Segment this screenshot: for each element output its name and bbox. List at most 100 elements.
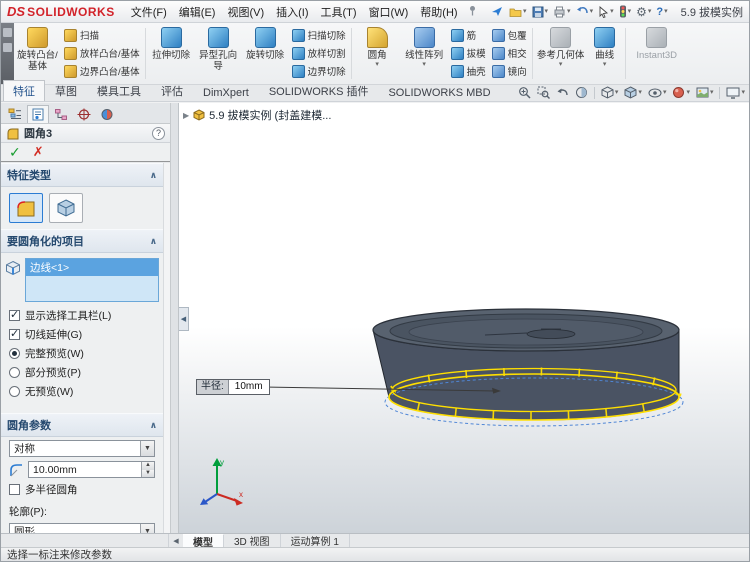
- previous-view-icon[interactable]: [556, 87, 569, 98]
- tab-evaluate[interactable]: 评估: [151, 80, 193, 101]
- undo-icon[interactable]: ▾: [576, 6, 593, 17]
- radius-callout[interactable]: 半径: 10mm: [196, 379, 270, 395]
- tangent-propagation-row[interactable]: 切线延伸(G): [1, 325, 163, 344]
- view-orientation-icon[interactable]: ▾: [601, 86, 618, 99]
- dropdown-arrow-icon[interactable]: ▼: [140, 524, 154, 533]
- instant3d-button[interactable]: Instant3D: [628, 23, 686, 84]
- rib-button[interactable]: 筋: [450, 28, 486, 42]
- tab-configuration-manager[interactable]: [50, 105, 72, 123]
- display-style-icon[interactable]: ▾: [624, 86, 642, 99]
- tab-feature-manager[interactable]: [4, 105, 26, 123]
- shell-button[interactable]: 抽壳: [450, 64, 486, 78]
- dropdown-arrow-icon[interactable]: ▼: [140, 441, 154, 456]
- help-icon[interactable]: ? ▾: [656, 6, 667, 18]
- checkbox-icon[interactable]: [9, 484, 20, 495]
- tab-solidworks-addins[interactable]: SOLIDWORKS 插件: [259, 80, 379, 101]
- section-feature-type[interactable]: 特征类型 ∧: [1, 163, 163, 187]
- spinner-control[interactable]: ▲ ▼: [141, 462, 154, 477]
- checkbox-checked-icon[interactable]: [9, 308, 20, 321]
- connect-icon[interactable]: [491, 5, 504, 18]
- radius-input[interactable]: 10.00mm ▲ ▼: [28, 461, 155, 478]
- tab-motion-study[interactable]: 运动算例 1: [281, 534, 350, 548]
- lofted-boss-button[interactable]: 放样凸台/基体: [64, 46, 140, 60]
- profile-dropdown[interactable]: 圆形 ▼: [9, 523, 155, 533]
- tab-display-manager[interactable]: [96, 105, 118, 123]
- tab-dimxpert[interactable]: DimXpert: [193, 84, 259, 101]
- intersect-button[interactable]: 相交: [491, 46, 527, 60]
- draft-button[interactable]: 拔模: [450, 46, 486, 60]
- curves-button[interactable]: 曲线 ▾: [587, 23, 623, 84]
- apply-scene-icon[interactable]: ▾: [696, 87, 713, 98]
- menu-insert[interactable]: 插入(I): [270, 2, 314, 22]
- wrap-button[interactable]: 包覆: [491, 28, 527, 42]
- print-icon[interactable]: ▾: [553, 6, 571, 18]
- callout-value-field[interactable]: 10mm: [228, 380, 269, 394]
- panel-collapse-arrow[interactable]: ◀: [179, 307, 189, 331]
- menu-window[interactable]: 窗口(W): [363, 2, 415, 22]
- radio-icon[interactable]: [9, 386, 20, 397]
- revolved-cut-button[interactable]: 旋转切除: [242, 23, 289, 84]
- full-preview-radio-row[interactable]: 完整预览(W): [1, 344, 163, 363]
- boundary-boss-button[interactable]: 边界凸台/基体: [64, 64, 140, 78]
- no-preview-radio-row[interactable]: 无预览(W): [1, 382, 163, 401]
- fullscreen-monitor-icon[interactable]: ▾: [726, 87, 745, 99]
- linear-pattern-button[interactable]: 线性阵列 ▾: [401, 23, 448, 84]
- panel-scrollbar[interactable]: [163, 163, 170, 533]
- select-cursor-icon[interactable]: ▾: [598, 5, 614, 18]
- tree-item-label[interactable]: 5.9 拔模实例 (封盖建模...: [209, 107, 331, 123]
- boundary-cut-button[interactable]: 边界切除: [291, 64, 346, 78]
- tab-dimxpert-manager[interactable]: [73, 105, 95, 123]
- swept-cut-button[interactable]: 扫描切除: [291, 28, 346, 42]
- tab-property-manager[interactable]: [27, 105, 49, 123]
- items-to-fillet-listbox[interactable]: 边线<1>: [25, 258, 159, 302]
- open-icon[interactable]: ▾: [509, 6, 527, 18]
- menu-pin-icon[interactable]: [468, 5, 477, 19]
- tab-scroll-left-icon[interactable]: ◀: [169, 534, 183, 547]
- reference-geometry-button[interactable]: 参考几何体 ▾: [535, 23, 587, 84]
- feature-tree-flyout[interactable]: ▶ 5.9 拔模实例 (封盖建模...: [183, 107, 331, 123]
- partial-preview-radio-row[interactable]: 部分预览(P): [1, 363, 163, 382]
- swept-boss-button[interactable]: 扫描: [64, 28, 140, 42]
- lofted-cut-button[interactable]: 放样切割: [291, 46, 346, 60]
- filletxpert-button[interactable]: [49, 193, 83, 223]
- menu-file[interactable]: 文件(F): [125, 2, 173, 22]
- edit-appearance-icon[interactable]: ▾: [672, 86, 690, 99]
- zoom-area-icon[interactable]: [537, 86, 550, 99]
- section-fillet-parameters[interactable]: 圆角参数 ∧: [1, 413, 163, 437]
- menu-view[interactable]: 视图(V): [221, 2, 270, 22]
- extruded-cut-button[interactable]: 拉伸切除: [148, 23, 195, 84]
- checkbox-checked-icon[interactable]: [9, 327, 20, 340]
- revolved-boss-button[interactable]: 旋转凸台/基体: [14, 23, 61, 84]
- 3d-model-canvas[interactable]: x y: [179, 103, 749, 533]
- fillet-button[interactable]: 圆角 ▾: [354, 23, 401, 84]
- constant-size-fillet-button[interactable]: [9, 193, 43, 223]
- panel-splitter[interactable]: [171, 103, 179, 533]
- hide-show-items-icon[interactable]: ▾: [648, 87, 666, 98]
- multi-radius-row[interactable]: 多半径圆角: [1, 480, 163, 499]
- tab-solidworks-mbd[interactable]: SOLIDWORKS MBD: [378, 84, 500, 101]
- save-icon[interactable]: ▾: [532, 6, 548, 18]
- tab-mold-tools[interactable]: 模具工具: [87, 80, 151, 101]
- hole-wizard-button[interactable]: 异型孔向导: [195, 23, 242, 84]
- menu-help[interactable]: 帮助(H): [414, 2, 463, 22]
- section-view-icon[interactable]: [575, 86, 588, 99]
- tab-features[interactable]: 特征: [3, 80, 45, 101]
- zoom-fit-icon[interactable]: [518, 86, 531, 99]
- ok-button[interactable]: ✓: [9, 144, 21, 161]
- rebuild-icon[interactable]: ▾: [619, 5, 631, 18]
- selected-edge-item[interactable]: 边线<1>: [26, 259, 158, 276]
- options-gear-icon[interactable]: ⚙ ▾: [636, 5, 651, 19]
- tab-sketch[interactable]: 草图: [45, 80, 87, 101]
- tab-3d-views[interactable]: 3D 视图: [224, 534, 281, 548]
- help-button[interactable]: ?: [152, 126, 165, 140]
- mirror-button[interactable]: 镜向: [491, 64, 527, 78]
- radio-icon[interactable]: [9, 367, 20, 378]
- menu-tools[interactable]: 工具(T): [315, 2, 363, 22]
- menu-edit[interactable]: 编辑(E): [173, 2, 222, 22]
- section-items-to-fillet[interactable]: 要圆角化的项目 ∧: [1, 229, 163, 253]
- radio-selected-icon[interactable]: [9, 348, 20, 359]
- symmetry-dropdown[interactable]: 对称 ▼: [9, 440, 155, 457]
- show-selection-toolbar-row[interactable]: 显示选择工具栏(L): [1, 306, 163, 325]
- graphics-area[interactable]: ▶ 5.9 拔模实例 (封盖建模... x y 半径: 10mm: [179, 103, 749, 533]
- cancel-button[interactable]: ✗: [33, 144, 44, 160]
